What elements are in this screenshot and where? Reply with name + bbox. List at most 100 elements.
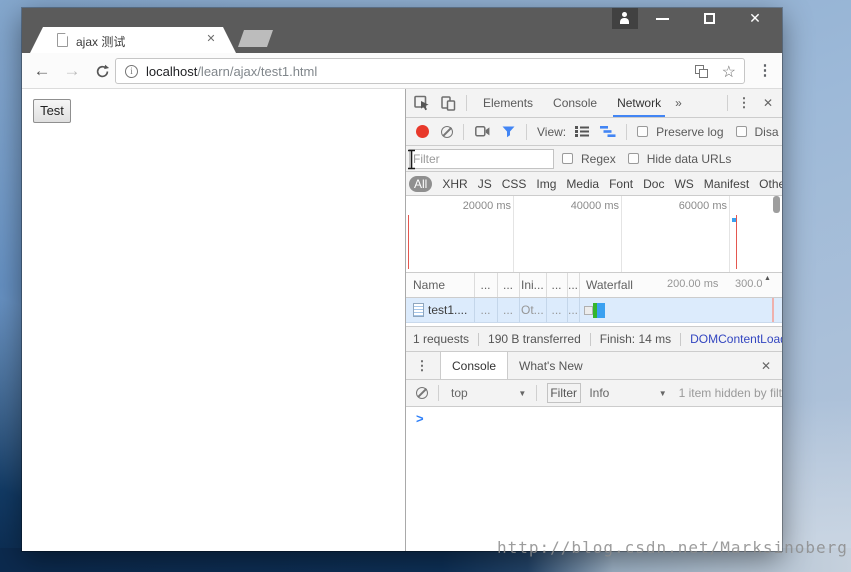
network-filter-row: Regex Hide data URLs: [406, 146, 782, 172]
type-filter-all[interactable]: All: [409, 176, 432, 192]
desktop: ✕ ajax 测试 ✕ ← → i localhost/learn/ajax/t…: [0, 0, 851, 572]
tab-elements[interactable]: Elements: [473, 89, 543, 117]
type-filter-ws[interactable]: WS: [674, 177, 693, 191]
divider: [536, 385, 537, 401]
request-name[interactable]: test1....: [428, 303, 467, 317]
browser-titlebar: ✕ ajax 测试 ✕: [22, 8, 782, 53]
devtools-close-icon[interactable]: ✕: [760, 96, 776, 110]
minimize-icon: [656, 18, 669, 20]
sort-ascending-icon[interactable]: ▲: [764, 275, 771, 282]
waterfall-scale-end: 300.0: [735, 278, 763, 290]
drawer-close-icon[interactable]: ✕: [758, 359, 774, 373]
more-tabs-icon[interactable]: »: [671, 89, 686, 117]
page-info-icon[interactable]: i: [125, 65, 138, 78]
request-time: ...: [567, 303, 579, 317]
log-level-value: Info: [589, 386, 609, 400]
console-prompt-icon: >: [416, 411, 424, 426]
back-button[interactable]: ←: [30, 59, 54, 83]
requests-table-header: Name ... ... Ini... ... ... Waterfall 20…: [406, 273, 782, 298]
browser-tab[interactable]: ajax 测试 ✕: [30, 27, 236, 53]
preserve-log-checkbox[interactable]: [637, 126, 648, 137]
inspect-element-icon[interactable]: [414, 95, 430, 111]
maximize-button[interactable]: [694, 8, 724, 29]
drawer-tab-console[interactable]: Console: [440, 352, 508, 379]
divider: [526, 124, 527, 140]
context-value: top: [451, 386, 468, 400]
profile-avatar-icon: [620, 12, 629, 25]
browser-menu-button[interactable]: ⋮: [755, 59, 775, 83]
preserve-log-label: Preserve log: [656, 125, 723, 139]
col-waterfall[interactable]: Waterfall: [586, 278, 633, 292]
minimize-button[interactable]: [647, 8, 677, 29]
bookmark-star-icon[interactable]: ☆: [722, 62, 736, 82]
drawer-tab-whats-new[interactable]: What's New: [508, 352, 594, 379]
text-cursor-icon: [406, 149, 417, 170]
load-event-marker: [736, 215, 737, 269]
disable-cache-checkbox[interactable]: [736, 126, 747, 137]
type-filter-img[interactable]: Img: [536, 177, 556, 191]
waterfall-view-icon[interactable]: [600, 124, 616, 140]
new-tab-button[interactable]: [238, 30, 273, 47]
col-name[interactable]: Name: [413, 278, 445, 292]
type-filter-js[interactable]: JS: [478, 177, 492, 191]
back-icon: ←: [34, 61, 51, 81]
timeline-label: 60000 ms: [643, 200, 727, 212]
devtools-menu-icon[interactable]: ⋮: [736, 95, 752, 111]
record-button[interactable]: [416, 125, 429, 138]
log-level-select[interactable]: Info ▼: [589, 386, 666, 400]
waterfall-queueing-bar: [584, 306, 593, 315]
url-host: localhost: [146, 64, 197, 79]
window-close-button[interactable]: ✕: [740, 8, 770, 29]
type-filter-manifest[interactable]: Manifest: [704, 177, 749, 191]
col-time[interactable]: ...: [567, 278, 579, 292]
context-select[interactable]: top ▼: [451, 386, 526, 400]
hide-data-urls-checkbox[interactable]: [628, 153, 639, 164]
regex-checkbox[interactable]: [562, 153, 573, 164]
filter-funnel-icon[interactable]: [500, 124, 516, 140]
network-overview-timeline[interactable]: 20000 ms 40000 ms 60000 ms: [406, 196, 782, 273]
refresh-button[interactable]: [90, 59, 114, 83]
view-label: View:: [537, 125, 566, 139]
drawer-menu-icon[interactable]: ⋮: [414, 358, 430, 374]
console-filter-input[interactable]: [547, 383, 581, 403]
forward-button[interactable]: →: [60, 59, 84, 83]
clear-console-icon[interactable]: [416, 387, 428, 399]
capture-screenshots-icon[interactable]: [474, 124, 490, 140]
profile-button[interactable]: [612, 8, 638, 29]
col-status[interactable]: ...: [474, 278, 497, 292]
drawer-toolbar: top ▼ Info ▼ 1 item hidden by filt: [406, 380, 782, 407]
type-filter-other[interactable]: Other: [759, 177, 782, 191]
maximize-icon: [704, 13, 715, 24]
list-view-icon[interactable]: [574, 124, 590, 140]
tab-network[interactable]: Network: [607, 89, 671, 117]
type-filter-font[interactable]: Font: [609, 177, 633, 191]
col-initiator[interactable]: Ini...: [521, 278, 544, 292]
tab-console[interactable]: Console: [543, 89, 607, 117]
test-button[interactable]: Test: [33, 99, 71, 123]
drawer-tabbar: ⋮ Console What's New ✕: [406, 352, 782, 380]
gridline: [513, 196, 514, 272]
divider: [466, 95, 467, 111]
divider: [626, 124, 627, 140]
type-filter-doc[interactable]: Doc: [643, 177, 664, 191]
request-size: ...: [546, 303, 567, 317]
network-filter-input[interactable]: [409, 149, 554, 169]
scrollbar-thumb[interactable]: [773, 196, 780, 213]
device-toolbar-icon[interactable]: [440, 95, 456, 111]
browser-window: ✕ ajax 测试 ✕ ← → i localhost/learn/ajax/t…: [22, 8, 782, 551]
network-toolbar: View: Preserve log Disa: [406, 118, 782, 146]
type-filter-xhr[interactable]: XHR: [442, 177, 467, 191]
request-row-selected[interactable]: test1.... ... ... Ot... ... ...: [406, 298, 782, 323]
translate-icon[interactable]: [695, 65, 708, 78]
col-size[interactable]: ...: [546, 278, 567, 292]
close-icon: ✕: [749, 10, 761, 27]
resource-type-filters: All XHR JS CSS Img Media Font Doc WS Man…: [406, 172, 782, 196]
address-bar[interactable]: i localhost/learn/ajax/test1.html ☆: [115, 58, 745, 84]
type-filter-css[interactable]: CSS: [502, 177, 527, 191]
tab-close-button[interactable]: ✕: [203, 32, 219, 45]
type-filter-media[interactable]: Media: [566, 177, 599, 191]
browser-toolbar: ← → i localhost/learn/ajax/test1.html ☆ …: [22, 53, 782, 89]
col-type[interactable]: ...: [497, 278, 519, 292]
request-status: ...: [474, 303, 497, 317]
clear-requests-icon[interactable]: [441, 126, 453, 138]
